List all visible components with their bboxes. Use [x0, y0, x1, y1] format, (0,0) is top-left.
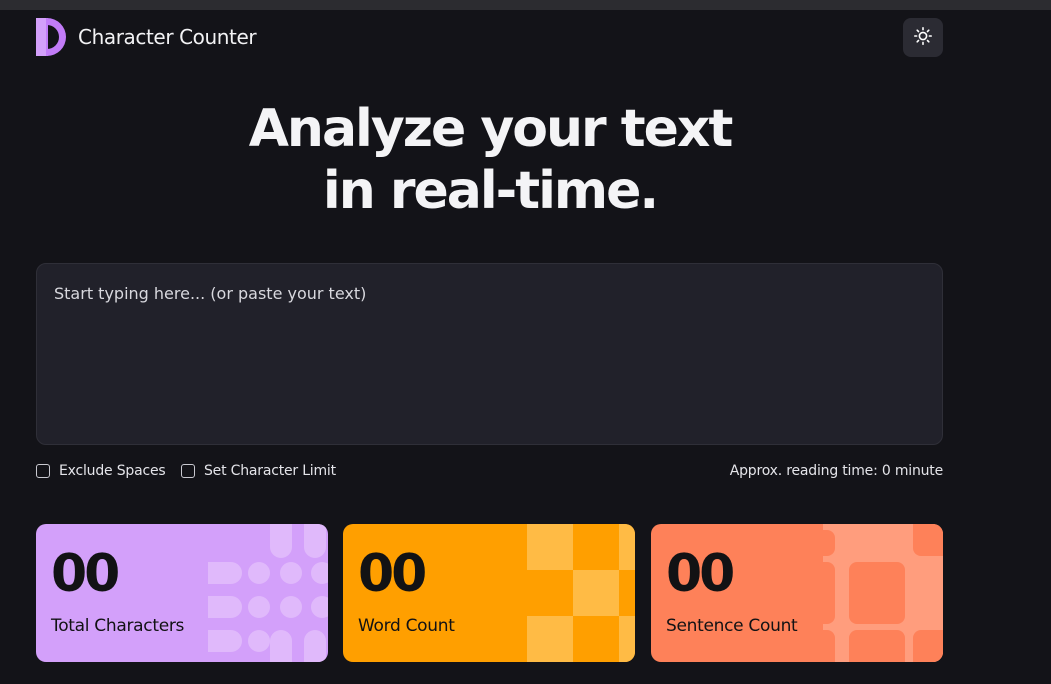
app-title: Character Counter — [78, 25, 257, 49]
grid-pattern-icon — [823, 524, 943, 662]
stats-cards: 00 Total Characters 00 Word Count 00 Sen… — [36, 524, 943, 662]
total-characters-card: 00 Total Characters — [36, 524, 328, 662]
exclude-spaces-label: Exclude Spaces — [59, 463, 166, 479]
char-limit-option[interactable]: Set Character Limit — [181, 460, 336, 482]
circles-pattern-icon — [208, 524, 328, 662]
hero-line-2: in real-time. — [322, 161, 659, 221]
exclude-spaces-checkbox[interactable] — [36, 464, 50, 478]
hero-line-1: Analyze your text — [248, 99, 734, 159]
exclude-spaces-option[interactable]: Exclude Spaces — [36, 460, 166, 482]
sentence-count-card: 00 Sentence Count — [651, 524, 943, 662]
total-characters-value: 00 — [51, 544, 120, 604]
word-count-label: Word Count — [358, 616, 455, 636]
theme-toggle-button[interactable] — [903, 18, 943, 57]
text-input-panel — [36, 263, 943, 445]
options-row: Exclude Spaces Set Character Limit Appro… — [36, 460, 943, 482]
sentence-count-label: Sentence Count — [666, 616, 798, 636]
word-count-value: 00 — [358, 544, 427, 604]
char-limit-checkbox[interactable] — [181, 464, 195, 478]
sentence-count-value: 00 — [666, 544, 735, 604]
total-characters-label: Total Characters — [51, 616, 185, 636]
app-logo[interactable]: Character Counter — [36, 18, 257, 56]
app-header: Character Counter — [36, 18, 943, 58]
browser-top-bar — [0, 0, 1051, 10]
word-count-card: 00 Word Count — [343, 524, 635, 662]
logo-half-circle-icon — [36, 18, 66, 56]
text-input[interactable] — [54, 284, 925, 424]
checker-pattern-icon — [527, 524, 635, 662]
sun-icon — [914, 27, 933, 48]
hero-headline: Analyze your text in real-time. — [0, 98, 980, 222]
reading-time: Approx. reading time: 0 minute — [729, 463, 943, 479]
char-limit-label: Set Character Limit — [204, 463, 336, 479]
